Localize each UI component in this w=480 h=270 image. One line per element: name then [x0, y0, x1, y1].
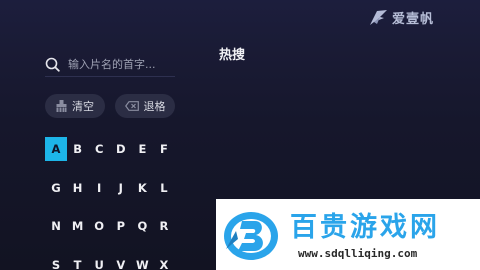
key-w[interactable]: W — [131, 253, 153, 270]
key-b[interactable]: B — [67, 137, 89, 161]
key-t[interactable]: T — [67, 253, 89, 270]
backspace-button[interactable]: 退格 — [115, 94, 175, 118]
key-l[interactable]: L — [153, 176, 175, 200]
watermark-title: 百贵游戏网 — [290, 212, 440, 243]
key-v[interactable]: V — [110, 253, 132, 270]
hot-search-title: 热搜 — [219, 48, 246, 63]
clear-button-label: 清空 — [72, 100, 94, 113]
key-e[interactable]: E — [131, 137, 153, 161]
broom-icon — [56, 100, 67, 112]
key-i[interactable]: I — [88, 176, 110, 200]
clear-button[interactable]: 清空 — [45, 94, 105, 118]
key-a[interactable]: A — [45, 137, 67, 161]
key-m[interactable]: M — [67, 214, 89, 238]
key-f[interactable]: F — [153, 137, 175, 161]
key-k[interactable]: K — [131, 176, 153, 200]
letter-keyboard: A B C D E F G H I J K L N M O P Q R S T … — [45, 137, 175, 270]
backspace-icon — [124, 101, 139, 111]
key-o[interactable]: O — [88, 214, 110, 238]
key-r[interactable]: R — [153, 214, 175, 238]
key-q[interactable]: Q — [131, 214, 153, 238]
search-bar[interactable] — [45, 52, 175, 77]
brand-name: 爱壹帆 — [391, 12, 434, 27]
key-p[interactable]: P — [110, 214, 132, 238]
key-s[interactable]: S — [45, 253, 67, 270]
key-c[interactable]: C — [88, 137, 110, 161]
brand-logo: 爱壹帆 — [368, 8, 434, 27]
search-icon — [45, 57, 68, 72]
search-input[interactable] — [68, 57, 173, 71]
key-g[interactable]: G — [45, 176, 67, 200]
key-d[interactable]: D — [110, 137, 132, 161]
key-u[interactable]: U — [88, 253, 110, 270]
key-x[interactable]: X — [153, 253, 175, 270]
backspace-button-label: 退格 — [143, 100, 166, 113]
watermark-banner: 百贵游戏网 www.sdqlliqing.com — [216, 199, 480, 270]
brand-logo-icon — [368, 9, 388, 27]
key-j[interactable]: J — [110, 176, 132, 200]
key-h[interactable]: H — [67, 176, 89, 200]
key-n[interactable]: N — [45, 214, 67, 238]
watermark-logo-icon — [222, 209, 282, 267]
watermark-url: www.sdqlliqing.com — [298, 247, 418, 260]
